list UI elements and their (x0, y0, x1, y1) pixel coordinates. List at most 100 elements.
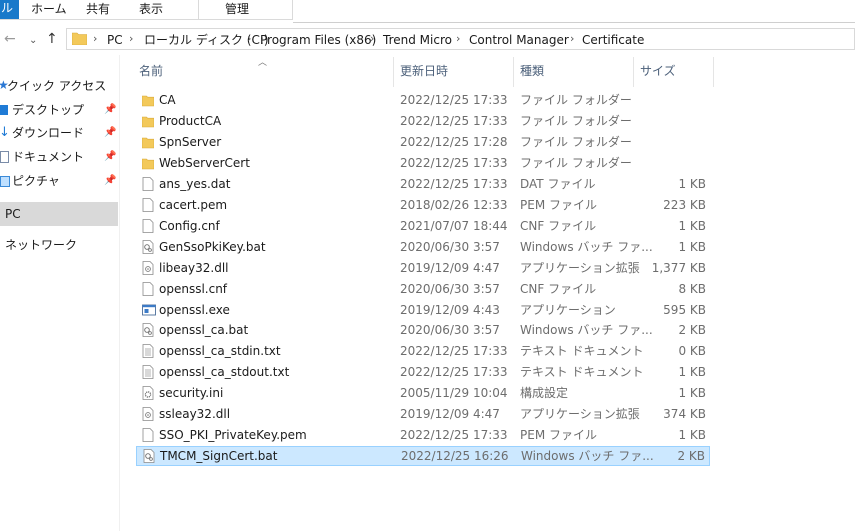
nav-network[interactable]: ネットワーク (0, 234, 118, 256)
file-type: ファイル フォルダー (520, 93, 632, 107)
file-date: 2022/12/25 17:33 (400, 93, 508, 107)
column-header-date[interactable]: 更新日時 (400, 61, 448, 81)
table-row[interactable]: openssl_ca.bat 2020/06/30 3:57 Windows バッチ… (136, 320, 710, 340)
nav-pictures[interactable]: ピクチャ 📌 (0, 170, 118, 192)
folder-icon (141, 135, 155, 149)
chevron-right-icon[interactable]: › (129, 32, 133, 45)
chevron-right-icon[interactable]: › (570, 32, 574, 45)
table-row[interactable]: openssl.cnf 2020/06/30 3:57 CNF ファイル 8 KB (136, 279, 710, 299)
file-name: WebServerCert (159, 155, 250, 170)
file-size: 1 KB (678, 428, 706, 443)
folder-icon (141, 114, 155, 128)
arrow-left-icon[interactable]: ← (4, 31, 16, 47)
file-name: openssl_ca_stdin.txt (159, 344, 281, 359)
file-size: 2 KB (678, 323, 706, 338)
file-type: テキスト ドキュメント (520, 344, 644, 359)
file-size: 595 KB (663, 302, 706, 317)
file-date: 2022/12/25 17:33 (400, 155, 508, 170)
pin-icon[interactable]: 📌 (104, 122, 116, 144)
tab-manage[interactable]: 管理 (225, 1, 249, 17)
table-row[interactable]: Config.cnf 2021/07/07 18:44 CNF ファイル 1 KB (136, 216, 710, 236)
dll-file-icon (142, 260, 154, 275)
folder-icon (141, 156, 155, 170)
file-icon (142, 281, 154, 296)
breadcrumb-program-files[interactable]: Program Files (x86) (260, 33, 376, 47)
column-divider[interactable] (713, 57, 714, 87)
chevron-right-icon[interactable]: › (93, 32, 97, 45)
nav-desktop[interactable]: デスクトップ 📌 (0, 99, 118, 121)
table-row[interactable]: WebServerCert 2022/12/25 17:33 ファイル フォルダー (136, 153, 710, 173)
chevron-right-icon[interactable]: › (456, 32, 460, 45)
file-date: 2020/06/30 3:57 (400, 323, 500, 338)
table-row[interactable]: ans_yes.dat 2022/12/25 17:33 DAT ファイル 1 KB (136, 174, 710, 194)
chevron-right-icon[interactable]: › (370, 32, 374, 45)
table-row[interactable]: libeay32.dll 2019/12/09 4:47 アプリケーション拡張 1,3… (136, 258, 710, 278)
table-row[interactable]: openssl_ca_stdin.txt 2022/12/25 17:33 テキスト… (136, 341, 710, 361)
table-row[interactable]: CA 2022/12/25 17:33 ファイル フォルダー (136, 90, 710, 110)
file-type: テキスト ドキュメント (520, 365, 644, 380)
table-row[interactable]: openssl.exe 2019/12/09 4:43 アプリケーション 595 KB (136, 300, 710, 320)
arrow-up-icon[interactable]: ↑ (46, 31, 58, 47)
file-date: 2021/07/07 18:44 (400, 218, 508, 233)
column-header-name[interactable]: 名前 (139, 61, 163, 81)
file-name: openssl.exe (159, 302, 230, 317)
table-row[interactable]: TMCM_SignCert.bat 2022/12/25 16:26 Windows… (136, 446, 710, 467)
tab-home[interactable]: ホーム (31, 1, 67, 17)
file-name: SpnServer (159, 134, 222, 149)
file-type: ファイル フォルダー (520, 134, 632, 149)
download-icon: ↓ (0, 125, 10, 140)
breadcrumb-certificate[interactable]: Certificate (582, 33, 644, 47)
navigation-pane: ★ クイック アクセス デスクトップ 📌 ↓ ダウンロード 📌 ドキュメント 📌… (0, 60, 118, 531)
table-row[interactable]: SSO_PKI_PrivateKey.pem 2022/12/25 17:33 PE… (136, 425, 710, 445)
file-name: security.ini (159, 386, 224, 401)
chevron-right-icon[interactable]: › (247, 32, 251, 45)
file-size: 1,377 KB (651, 260, 706, 275)
breadcrumb-trend-micro[interactable]: Trend Micro (383, 33, 452, 47)
table-row[interactable]: ProductCA 2022/12/25 17:33 ファイル フォルダー (136, 111, 710, 131)
column-divider[interactable] (513, 57, 514, 87)
text-file-icon (142, 365, 154, 380)
breadcrumb-control-manager[interactable]: Control Manager (469, 33, 569, 47)
file-size: 1 KB (678, 239, 706, 254)
file-type: 構成設定 (520, 386, 569, 401)
column-divider[interactable] (393, 57, 394, 87)
chevron-down-icon[interactable]: ⌄ (29, 33, 37, 49)
file-date: 2019/12/09 4:47 (400, 260, 500, 275)
table-row[interactable]: SpnServer 2022/12/25 17:28 ファイル フォルダー (136, 132, 710, 152)
file-type: アプリケーション拡張 (520, 260, 640, 275)
column-divider[interactable] (633, 57, 634, 87)
nav-downloads[interactable]: ↓ ダウンロード 📌 (0, 122, 118, 144)
nav-documents[interactable]: ドキュメント 📌 (0, 146, 118, 168)
tab-view[interactable]: 表示 (139, 1, 163, 17)
file-name: openssl_ca.bat (159, 323, 249, 338)
column-header-size[interactable]: サイズ (640, 61, 676, 81)
pin-icon[interactable]: 📌 (104, 99, 116, 121)
file-type: Windows バッチ ファ... (521, 449, 654, 464)
table-row[interactable]: openssl_ca_stdout.txt 2022/12/25 17:33 テキス… (136, 362, 710, 382)
address-bar[interactable]: › PC › ローカル ディスク (C:) › Program Files (x… (66, 28, 855, 50)
file-tab[interactable]: ル (0, 0, 19, 19)
file-date: 2018/02/26 12:33 (400, 197, 508, 212)
folder-icon (72, 32, 87, 45)
ini-file-icon (142, 386, 154, 401)
nav-quick-access[interactable]: ★ クイック アクセス (0, 75, 118, 97)
exe-file-icon (142, 303, 156, 317)
batch-file-icon (142, 323, 154, 338)
file-size: 1 KB (678, 218, 706, 233)
pin-icon[interactable]: 📌 (104, 170, 116, 192)
table-row[interactable]: security.ini 2005/11/29 10:04 構成設定 1 KB (136, 383, 710, 403)
table-row[interactable]: cacert.pem 2018/02/26 12:33 PEM ファイル 223 KB (136, 195, 710, 215)
file-type: Windows バッチ ファ... (520, 323, 653, 338)
file-size: 223 KB (663, 197, 706, 212)
column-header-type[interactable]: 種類 (520, 61, 544, 81)
nav-pc[interactable]: PC (0, 202, 118, 226)
file-name: Config.cnf (159, 218, 220, 233)
table-row[interactable]: GenSsoPkiKey.bat 2020/06/30 3:57 Windows バ… (136, 237, 710, 257)
table-row[interactable]: ssleay32.dll 2019/12/09 4:47 アプリケーション拡張 374… (136, 404, 710, 424)
file-date: 2020/06/30 3:57 (400, 239, 500, 254)
breadcrumb-pc[interactable]: PC (107, 33, 123, 47)
pin-icon[interactable]: 📌 (104, 146, 116, 168)
file-name: libeay32.dll (159, 260, 229, 275)
nav-label: クイック アクセス (7, 79, 107, 93)
tab-share[interactable]: 共有 (86, 1, 110, 17)
